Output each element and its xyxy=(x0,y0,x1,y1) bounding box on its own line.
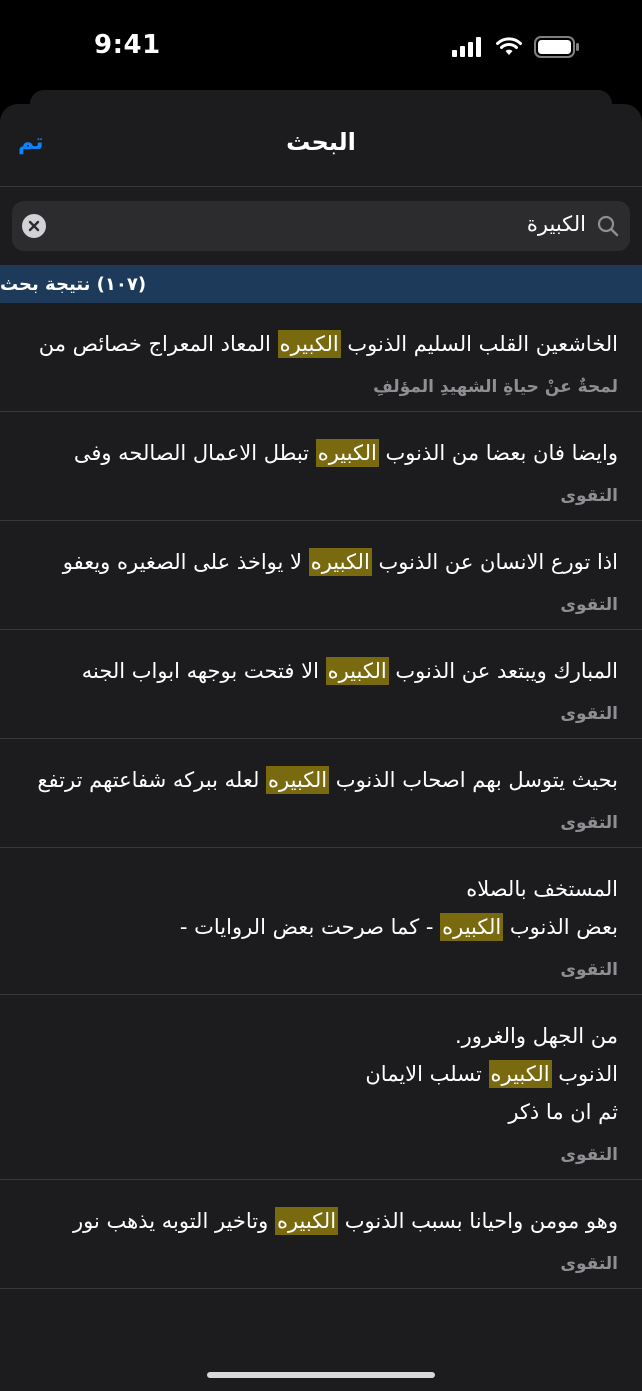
search-query: الكبيرة xyxy=(526,212,586,236)
result-snippet: اذا تورع الانسان عن الذنوب الكبيره لا يو… xyxy=(62,548,618,576)
list-item[interactable]: من الجهل والغرور. الذنوب الكبيره تسلب ال… xyxy=(0,995,642,1180)
result-snippet: من الجهل والغرور. الذنوب الكبيره تسلب ال… xyxy=(365,1024,618,1124)
results-list: الخاشعين القلب السليم الذنوب الكبيره الم… xyxy=(0,303,642,1289)
result-source: لمحةٌ عنْ حياةِ الشهيدِ المؤلفِ xyxy=(373,377,618,397)
highlight: الكبيره xyxy=(308,548,372,576)
highlight: الكبيره xyxy=(488,1060,552,1088)
search-input[interactable]: الكبيرة xyxy=(12,201,630,251)
list-item[interactable]: المبارك ويبتعد عن الذنوب الكبيره الا فتح… xyxy=(0,630,642,739)
search-area: الكبيرة xyxy=(0,187,642,263)
status-icons xyxy=(452,36,580,58)
result-source: التقوى xyxy=(560,1254,618,1274)
wifi-icon xyxy=(496,37,522,55)
result-source: التقوى xyxy=(560,486,618,506)
results-count-header: (١٠٧) نتيجة بحث xyxy=(0,265,642,303)
search-sheet: تم البحث الكبيرة (١٠٧) نتيجة بحث الخاشعي… xyxy=(0,104,642,1391)
result-source: التقوى xyxy=(560,1145,618,1165)
nav-bar: تم البحث xyxy=(0,104,642,187)
clear-search-icon[interactable] xyxy=(22,214,46,238)
home-indicator[interactable] xyxy=(207,1372,435,1378)
results-count: (١٠٧) نتيجة بحث xyxy=(0,273,147,295)
highlight: الكبيره xyxy=(325,657,389,685)
result-source: التقوى xyxy=(560,813,618,833)
list-item[interactable]: المستخف بالصلاه بعض الذنوب الكبيره - كما… xyxy=(0,848,642,995)
highlight: الكبيره xyxy=(315,439,379,467)
result-source: التقوى xyxy=(560,704,618,724)
list-item[interactable]: وايضا فان بعضا من الذنوب الكبيره تبطل ال… xyxy=(0,412,642,521)
list-item[interactable]: بحيث يتوسل بهم اصحاب الذنوب الكبيره لعله… xyxy=(0,739,642,848)
status-bar: 9:41 xyxy=(0,0,642,90)
highlight: الكبيره xyxy=(440,913,504,941)
result-source: التقوى xyxy=(560,595,618,615)
result-snippet: بحيث يتوسل بهم اصحاب الذنوب الكبيره لعله… xyxy=(37,766,618,794)
list-item[interactable]: وهو مومن واحيانا بسبب الذنوب الكبيره وتا… xyxy=(0,1180,642,1289)
list-item[interactable]: اذا تورع الانسان عن الذنوب الكبيره لا يو… xyxy=(0,521,642,630)
status-time: 9:41 xyxy=(94,30,161,60)
result-snippet: المبارك ويبتعد عن الذنوب الكبيره الا فتح… xyxy=(81,657,618,685)
result-snippet: وايضا فان بعضا من الذنوب الكبيره تبطل ال… xyxy=(73,439,618,467)
cellular-signal-icon xyxy=(452,37,481,57)
result-source: التقوى xyxy=(560,960,618,980)
list-item[interactable]: الخاشعين القلب السليم الذنوب الكبيره الم… xyxy=(0,303,642,412)
result-snippet: المستخف بالصلاه بعض الذنوب الكبيره - كما… xyxy=(179,877,618,941)
highlight: الكبيره xyxy=(266,766,330,794)
result-snippet: الخاشعين القلب السليم الذنوب الكبيره الم… xyxy=(38,330,618,358)
result-snippet: وهو مومن واحيانا بسبب الذنوب الكبيره وتا… xyxy=(73,1207,618,1235)
highlight: الكبيره xyxy=(274,1207,339,1235)
battery-icon xyxy=(534,36,579,58)
search-icon xyxy=(597,215,619,237)
highlight: الكبيره xyxy=(277,330,341,358)
page-title: البحث xyxy=(286,128,356,156)
